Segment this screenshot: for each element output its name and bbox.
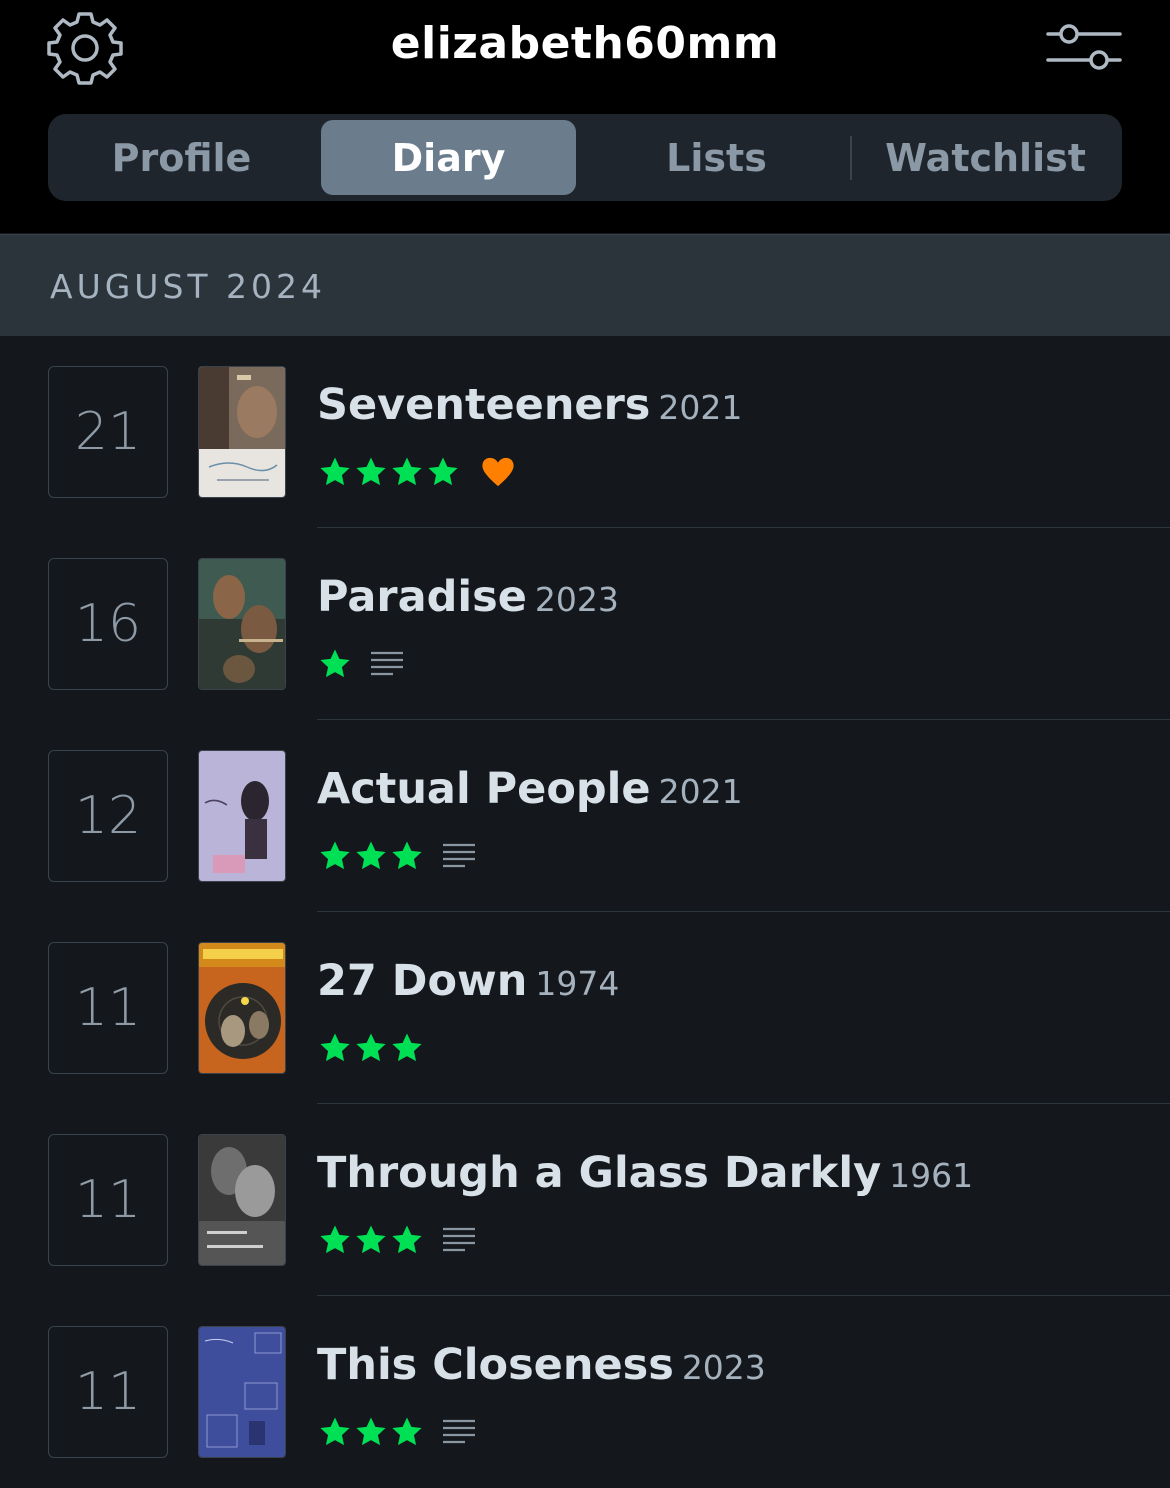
- username-title: elizabeth60mm: [390, 18, 780, 69]
- rating-stars: [317, 1031, 425, 1065]
- star-icon: [320, 649, 350, 678]
- star-icon: [392, 841, 422, 870]
- star-icon: [392, 1417, 422, 1446]
- day-number: 11: [48, 942, 168, 1074]
- star-icon: [428, 457, 458, 486]
- day-number: 16: [48, 558, 168, 690]
- tab-watchlist[interactable]: Watchlist: [858, 120, 1113, 195]
- diary-entry[interactable]: 12 Actual People 2021: [0, 720, 1170, 912]
- rating-stars: [317, 1415, 425, 1449]
- diary-entry[interactable]: 11 This Closeness 2023: [0, 1296, 1170, 1488]
- month-section-header: AUGUST 2024: [0, 234, 1170, 336]
- star-icon: [392, 1033, 422, 1062]
- film-title[interactable]: Seventeeners: [317, 380, 650, 430]
- star-icon: [356, 1225, 386, 1254]
- film-title[interactable]: Actual People: [317, 764, 651, 814]
- tab-bar: Profile Diary Lists Watchlist: [48, 114, 1122, 201]
- star-icon: [392, 457, 422, 486]
- film-poster[interactable]: [198, 1134, 286, 1266]
- star-icon: [392, 1225, 422, 1254]
- tab-lists[interactable]: Lists: [589, 120, 844, 195]
- film-year: 1961: [889, 1156, 974, 1195]
- rating-stars: [317, 647, 353, 681]
- film-poster[interactable]: [198, 1326, 286, 1458]
- review-lines-icon: [443, 1227, 475, 1252]
- film-poster[interactable]: [198, 942, 286, 1074]
- tab-divider: [850, 136, 852, 180]
- film-year: 2021: [658, 388, 743, 427]
- day-number: 12: [48, 750, 168, 882]
- day-number: 21: [48, 366, 168, 498]
- star-icon: [356, 1033, 386, 1062]
- film-year: 2021: [658, 772, 743, 811]
- film-poster[interactable]: [198, 558, 286, 690]
- star-icon: [320, 841, 350, 870]
- film-title[interactable]: Paradise: [317, 572, 527, 622]
- film-year: 2023: [534, 580, 619, 619]
- rating-stars: [317, 1223, 425, 1257]
- diary-entry[interactable]: 16 Paradise 2023: [0, 528, 1170, 720]
- app-header: elizabeth60mm Profile Diary Lists Watchl…: [0, 0, 1170, 233]
- review-lines-icon: [443, 843, 475, 868]
- film-poster[interactable]: [198, 366, 286, 498]
- star-icon: [356, 841, 386, 870]
- tab-profile[interactable]: Profile: [54, 120, 309, 195]
- diary-entry[interactable]: 11 Through a Glass Darkly 1961: [0, 1104, 1170, 1296]
- film-title[interactable]: This Closeness: [317, 1340, 674, 1390]
- heart-icon: [482, 457, 514, 487]
- rating-stars: [317, 839, 425, 873]
- film-year: 2023: [681, 1348, 766, 1387]
- star-icon: [320, 457, 350, 486]
- day-number: 11: [48, 1134, 168, 1266]
- film-poster[interactable]: [198, 750, 286, 882]
- star-icon: [356, 1417, 386, 1446]
- diary-entry[interactable]: 11 27 Down 1974: [0, 912, 1170, 1104]
- rating-stars: [317, 455, 461, 489]
- star-icon: [356, 457, 386, 486]
- day-number: 11: [48, 1326, 168, 1458]
- star-icon: [320, 1225, 350, 1254]
- review-lines-icon: [443, 1419, 475, 1444]
- film-year: 1974: [535, 964, 620, 1003]
- sliders-icon[interactable]: [1042, 22, 1126, 74]
- month-label: AUGUST 2024: [50, 267, 327, 306]
- diary-entry[interactable]: 21 Seventeeners 2021: [0, 336, 1170, 528]
- review-lines-icon: [371, 651, 403, 676]
- star-icon: [320, 1033, 350, 1062]
- star-icon: [320, 1417, 350, 1446]
- tab-diary[interactable]: Diary: [321, 120, 576, 195]
- film-title[interactable]: 27 Down: [317, 956, 527, 1006]
- film-title[interactable]: Through a Glass Darkly: [317, 1148, 881, 1198]
